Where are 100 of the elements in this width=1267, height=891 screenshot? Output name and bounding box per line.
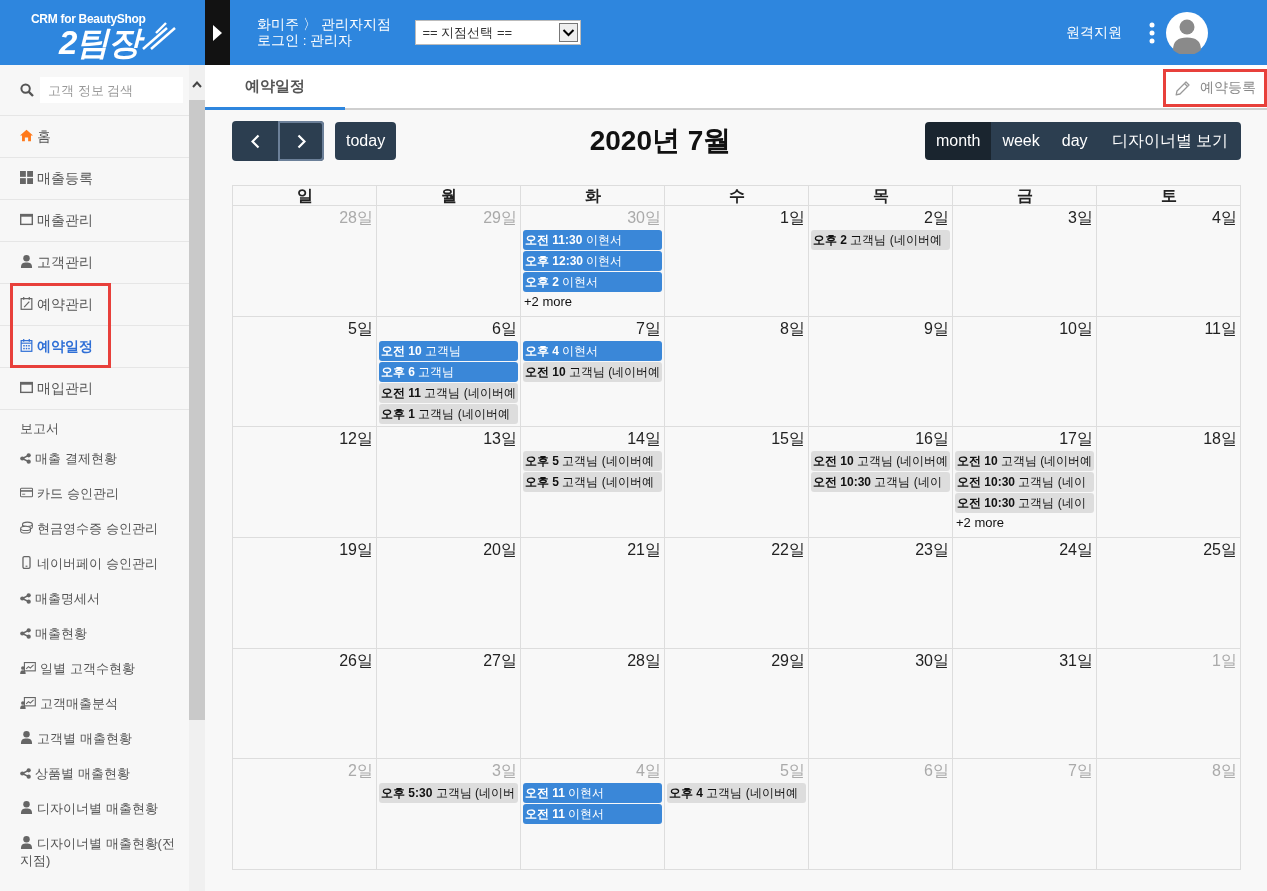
day-number: 10일 — [1059, 318, 1094, 339]
calendar-event[interactable]: 오전 10 고객님 (네이버예 — [955, 451, 1094, 472]
day-number: 6일 — [492, 318, 518, 339]
chevron-up-icon[interactable] — [192, 81, 202, 88]
sidebar-item[interactable]: 상품별 매출현황 — [0, 756, 189, 791]
day-number: 1일 — [1212, 650, 1238, 671]
sidebar-toggle-button[interactable] — [205, 0, 230, 65]
section-label: 보고서 — [19, 420, 59, 437]
weekday-header: 목 — [809, 186, 953, 206]
calendar-event[interactable]: 오후 2 고객님 (네이버예 — [811, 230, 950, 250]
person-icon — [20, 255, 33, 268]
window-icon — [20, 381, 33, 394]
calendar-event[interactable]: 오전 11:30 이현서 — [523, 230, 662, 250]
day-number: 6일 — [924, 761, 950, 782]
more-link[interactable]: +2 more — [956, 515, 1005, 532]
day-number: 29일 — [771, 650, 806, 671]
chart-board-icon — [20, 697, 36, 709]
sidebar-item[interactable]: 현금영수증 승인관리 — [0, 511, 189, 546]
calendar-event[interactable]: 오전 11 이현서 — [523, 783, 662, 804]
view-button[interactable]: week — [991, 122, 1051, 160]
calendar-event[interactable]: 오후 4 이현서 — [523, 340, 662, 361]
share-icon — [20, 453, 31, 464]
day-number: 30일 — [627, 208, 662, 228]
calendar-event[interactable]: 오후 1 고객님 (네이버예 — [379, 403, 518, 424]
calendar-event[interactable]: 오후 5 고객님 (네이버예 — [523, 451, 662, 472]
view-button[interactable]: day — [1050, 122, 1099, 160]
coin-stack-icon — [20, 521, 33, 534]
next-button[interactable] — [278, 121, 324, 161]
search-field[interactable]: 고객 정보 검색 — [40, 77, 183, 103]
sidebar-item[interactable]: 매출 결제현황 — [0, 441, 189, 476]
day-number: 8일 — [1212, 761, 1238, 782]
calendar-event[interactable]: 오전 11 고객님 (네이버예 — [379, 382, 518, 403]
remote-support-link[interactable]: 원격지원 — [1066, 23, 1122, 42]
day-number: 23일 — [915, 540, 950, 560]
sidebar-item[interactable]: 카드 승인관리 — [0, 476, 189, 511]
branch-select[interactable]: == 지점선택 == — [414, 20, 581, 45]
scrollbar-thumb[interactable] — [189, 100, 205, 720]
weekday-header: 토 — [1097, 186, 1241, 206]
sidebar-item[interactable]: 디자이너별 매출현황 — [0, 791, 189, 826]
more-link[interactable]: +2 more — [524, 294, 573, 310]
today-button[interactable]: today — [335, 122, 397, 160]
sidebar-item[interactable]: 고객매출분석 — [0, 686, 189, 721]
day-number: 27일 — [483, 650, 518, 671]
day-number: 4일 — [1212, 208, 1238, 228]
kebab-menu-icon[interactable] — [1149, 21, 1155, 44]
calendar-title: 2020년 7월 — [589, 124, 732, 158]
calendar-event[interactable]: 오전 10:30 고객님 (네이 — [955, 472, 1094, 493]
day-number: 22일 — [771, 540, 806, 560]
sidebar-item[interactable]: 네이버페이 승인관리 — [0, 546, 189, 581]
view-button[interactable]: 디자이너별 보기 — [1098, 122, 1241, 160]
pencil-icon — [1174, 80, 1190, 96]
calendar-event[interactable]: 오전 10:30 고객님 (네이 — [955, 493, 1094, 514]
calendar-event[interactable]: 오후 6 고객님 — [379, 361, 518, 382]
view-button[interactable]: month — [924, 122, 992, 160]
calendar-event[interactable]: 오전 10 고객님 (네이버예 — [523, 361, 662, 382]
chevron-left-icon — [250, 133, 260, 149]
sidebar-item[interactable]: 디자이너별 매출현황(전지점) — [0, 826, 189, 878]
weekday-header: 화 — [521, 186, 665, 206]
calendar-event[interactable]: 오전 11 이현서 — [523, 804, 662, 825]
calendar-event[interactable]: 오전 10:30 고객님 (네이 — [811, 472, 950, 493]
share-icon — [20, 628, 31, 639]
day-number: 20일 — [483, 540, 518, 560]
calendar-event[interactable]: 오후 5:30 고객님 (네이버 — [379, 783, 518, 804]
sidebar-item[interactable]: 고객별 매출현황 — [0, 721, 189, 756]
day-number: 24일 — [1059, 540, 1094, 560]
day-number: 25일 — [1203, 540, 1238, 560]
register-button[interactable]: 예약등록 — [1163, 69, 1267, 107]
day-number: 5일 — [348, 318, 374, 339]
breadcrumb-text: 화미주 〉 관리자지점 — [257, 16, 391, 33]
day-number: 21일 — [627, 540, 662, 560]
window-icon — [20, 213, 33, 226]
calendar-event[interactable]: 오후 5 고객님 (네이버예 — [523, 472, 662, 493]
person-icon — [20, 801, 33, 814]
calendar-event[interactable]: 오전 10 고객님 (네이버예 — [811, 451, 950, 472]
weekday-header: 금 — [953, 186, 1097, 206]
weekday-header: 수 — [665, 186, 809, 206]
search-icon — [20, 83, 34, 97]
day-number: 26일 — [339, 650, 374, 671]
day-number: 7일 — [636, 318, 662, 339]
calendar-event[interactable]: 오후 4 고객님 (네이버예 — [667, 783, 806, 804]
sidebar-item[interactable]: 매출현황 — [0, 616, 189, 651]
day-number: 4일 — [636, 761, 662, 782]
day-number: 7일 — [1068, 761, 1094, 782]
calendar-pencil-icon — [20, 297, 33, 310]
day-number: 28일 — [339, 208, 374, 228]
avatar-icon[interactable] — [1166, 11, 1208, 54]
day-number: 18일 — [1203, 429, 1238, 450]
grid-icon — [20, 171, 33, 184]
calendar-event[interactable]: 오후 2 이현서 — [523, 272, 662, 292]
day-number: 13일 — [483, 429, 518, 450]
calendar-event[interactable]: 오후 12:30 이현서 — [523, 251, 662, 271]
share-icon — [20, 593, 31, 604]
prev-button[interactable] — [232, 121, 278, 161]
sidebar-item[interactable]: 일별 고객수현황 — [0, 651, 189, 686]
calendar-event[interactable]: 오전 10 고객님 — [379, 340, 518, 361]
day-number: 8일 — [780, 318, 806, 339]
share-icon — [20, 768, 31, 779]
day-number: 11일 — [1204, 318, 1238, 339]
day-number: 29일 — [483, 208, 518, 228]
sidebar-item[interactable]: 매출명세서 — [0, 581, 189, 616]
